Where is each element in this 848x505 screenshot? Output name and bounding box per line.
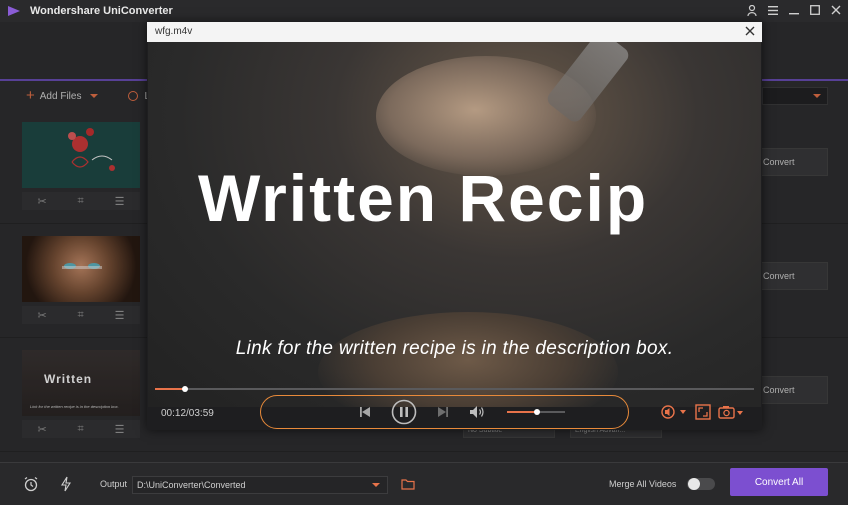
audio-track-icon[interactable] (659, 403, 689, 421)
convert-all-button[interactable]: Convert All (730, 468, 828, 496)
close-icon[interactable] (742, 23, 758, 39)
output-label: Output (100, 479, 128, 489)
fullscreen-icon[interactable] (694, 403, 712, 421)
video-caption-text: Link for the written recipe is in the de… (235, 338, 674, 359)
merge-toggle[interactable] (687, 478, 715, 490)
lightning-icon[interactable] (57, 475, 75, 493)
next-icon[interactable] (433, 404, 453, 420)
output-path-text: D:\UniConverter\Converted (137, 480, 246, 490)
camera-icon[interactable] (717, 403, 747, 421)
toggle-knob (688, 478, 700, 490)
pause-button[interactable] (391, 399, 417, 425)
playback-time: 00:12/03:59 (161, 408, 214, 419)
video-food-image (376, 56, 596, 176)
previous-icon[interactable] (355, 404, 375, 420)
account-icon[interactable] (746, 3, 758, 17)
player-controls: 00:12/03:59 (147, 392, 762, 430)
seek-bar[interactable] (155, 386, 754, 392)
app-logo-icon (6, 3, 22, 19)
seek-bar-fill (155, 388, 185, 390)
chevron-down-icon (372, 483, 380, 487)
volume-icon[interactable] (467, 403, 487, 421)
merge-all-videos-label: Merge All Videos (609, 479, 677, 489)
window-controls (746, 3, 842, 17)
video-headline-text: Written Recip (198, 161, 649, 235)
output-path-dropdown[interactable]: D:\UniConverter\Converted (132, 476, 388, 494)
title-bar: Wondershare UniConverter (0, 0, 848, 22)
bottom-bar: Output D:\UniConverter\Converted Merge A… (0, 462, 848, 505)
video-player-window: wfg.m4v Written Recip Link for the writt… (147, 22, 762, 430)
video-frame[interactable]: Written Recip Link for the written recip… (148, 42, 761, 407)
menu-icon[interactable] (767, 3, 779, 17)
player-filename: wfg.m4v (155, 26, 193, 37)
uniconverter-window: Wondershare UniConverter + Add Files ✂ ⌗… (0, 0, 848, 505)
volume-slider[interactable] (507, 409, 565, 415)
close-window-icon[interactable] (830, 3, 842, 17)
app-title: Wondershare UniConverter (30, 5, 173, 17)
maximize-icon[interactable] (809, 3, 821, 17)
alarm-clock-icon[interactable] (22, 475, 40, 493)
player-title-bar: wfg.m4v (147, 22, 762, 42)
minimize-icon[interactable] (788, 3, 800, 17)
folder-icon[interactable] (399, 475, 417, 493)
volume-slider-fill (507, 411, 538, 413)
